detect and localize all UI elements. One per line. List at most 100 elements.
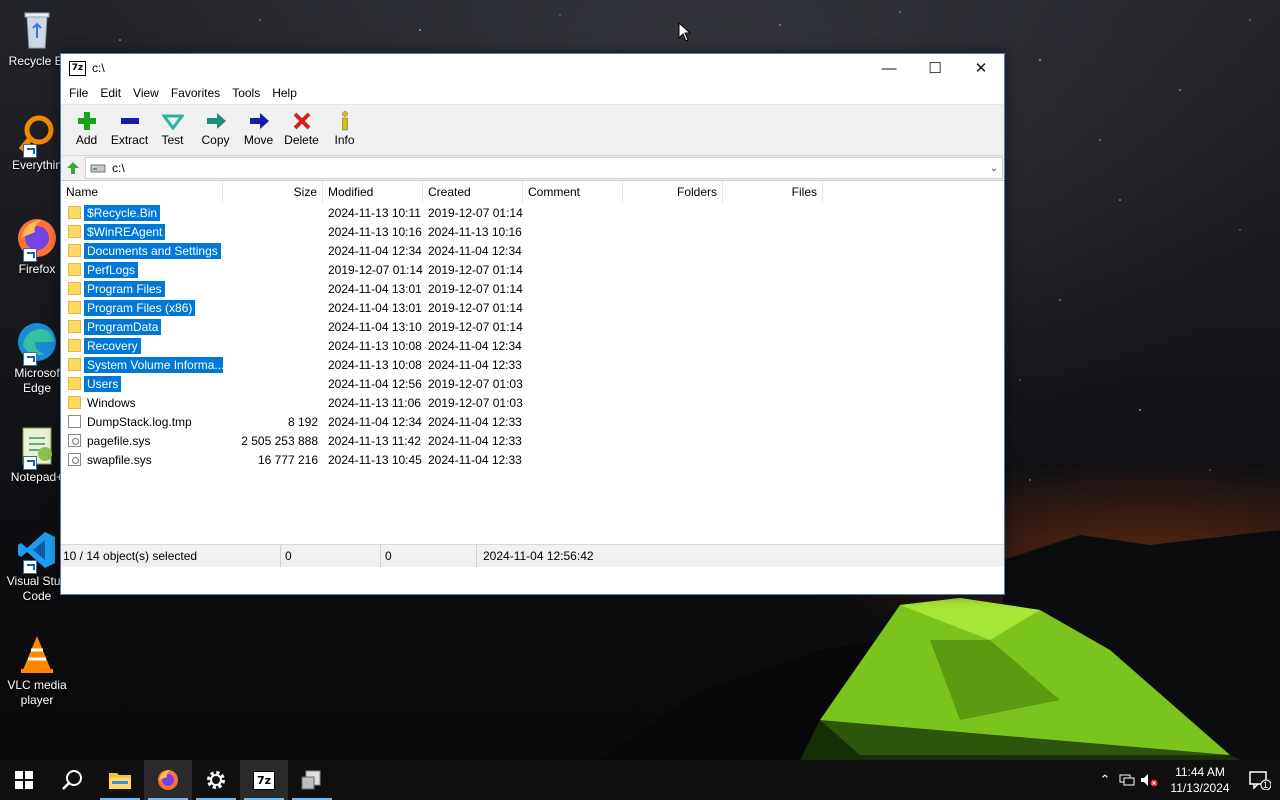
table-row[interactable]: pagefile.sys 2 505 253 888 2024-11-13 11:4… — [61, 431, 1004, 450]
notification-center-button[interactable]: 1 — [1240, 760, 1280, 800]
copy-button[interactable]: Copy — [194, 105, 237, 147]
firefox-taskbar-button[interactable] — [144, 760, 192, 800]
table-row[interactable]: DumpStack.log.tmp 8 192 2024-11-04 12:34 20… — [61, 412, 1004, 431]
copy-icon — [194, 109, 237, 133]
cell-modified: 2024-11-04 13:10 — [328, 319, 422, 334]
table-row[interactable]: Documents and Settings 2024-11-04 12:34 20… — [61, 241, 1004, 260]
folder-icon — [68, 206, 81, 219]
cell-name: Program Files — [61, 280, 223, 297]
chevron-down-icon[interactable]: ⌄ — [986, 163, 1002, 174]
folder-icon — [68, 244, 81, 257]
address-field[interactable]: ⌄ — [85, 157, 1003, 179]
column-comment[interactable]: Comment — [523, 181, 623, 203]
table-row[interactable]: $WinREAgent 2024-11-13 10:16 2024-11-13 10… — [61, 222, 1004, 241]
cell-created: 2019-12-07 01:14 — [428, 300, 523, 315]
delete-icon — [280, 109, 323, 133]
system-file-icon — [68, 434, 81, 447]
table-row[interactable]: Recovery 2024-11-13 10:08 2024-11-04 12:34 — [61, 336, 1004, 355]
menu-file[interactable]: File — [63, 86, 94, 100]
delete-button[interactable]: Delete — [280, 105, 323, 147]
notification-count: 1 — [1262, 780, 1268, 790]
column-folders[interactable]: Folders — [623, 181, 723, 203]
file-name: pagefile.sys — [87, 433, 151, 448]
list-header: Name Size Modified Created Comment Folde… — [61, 181, 1004, 203]
cell-name: $Recycle.Bin — [61, 204, 223, 221]
test-label: Test — [161, 133, 184, 147]
column-created[interactable]: Created — [423, 181, 523, 203]
extract-icon — [108, 109, 151, 133]
folder-icon — [68, 225, 81, 238]
cell-created: 2019-12-07 01:14 — [428, 262, 523, 277]
table-row[interactable]: Program Files (x86) 2024-11-04 13:01 2019-… — [61, 298, 1004, 317]
file-name: PerfLogs — [84, 261, 139, 278]
status-size: 0 — [281, 545, 381, 567]
system-file-icon — [68, 453, 81, 466]
7zip-app-icon: 7z — [69, 60, 86, 76]
computer-icon — [301, 770, 321, 790]
table-row[interactable]: System Volume Informa... 2024-11-13 10:08… — [61, 355, 1004, 374]
file-name: Users — [84, 375, 122, 392]
cell-modified: 2024-11-13 11:42 — [328, 433, 421, 448]
minimize-button[interactable]: — — [866, 54, 912, 82]
menu-favorites[interactable]: Favorites — [165, 86, 226, 100]
table-row[interactable]: Users 2024-11-04 12:56 2019-12-07 01:03 — [61, 374, 1004, 393]
info-button[interactable]: Info — [323, 105, 366, 147]
column-modified[interactable]: Modified — [323, 181, 423, 203]
search-button[interactable] — [48, 760, 96, 800]
cell-modified: 2019-12-07 01:14 — [328, 262, 423, 277]
table-row[interactable]: Windows 2024-11-13 11:06 2019-12-07 01:03 — [61, 393, 1004, 412]
table-row[interactable]: swapfile.sys 16 777 216 2024-11-13 10:45 20… — [61, 450, 1004, 469]
folder-icon — [68, 263, 81, 276]
close-button[interactable]: ✕ — [958, 54, 1004, 82]
cell-modified: 2024-11-13 10:16 — [328, 224, 422, 239]
menu-view[interactable]: View — [127, 86, 165, 100]
network-icon[interactable] — [1116, 760, 1138, 800]
table-row[interactable]: PerfLogs 2019-12-07 01:14 2019-12-07 01:14 — [61, 260, 1004, 279]
file-name: System Volume Informa... — [84, 356, 223, 373]
file-name: Windows — [87, 395, 136, 410]
chevron-up-icon[interactable]: ⌃ — [1094, 760, 1116, 800]
cell-name: Users — [61, 375, 223, 392]
cell-modified: 2024-11-04 12:56 — [328, 376, 422, 391]
cell-created: 2024-11-04 12:33 — [428, 452, 522, 467]
table-row[interactable]: Program Files 2024-11-04 13:01 2019-12-07 … — [61, 279, 1004, 298]
maximize-button[interactable]: ☐ — [912, 54, 958, 82]
list-rows: $Recycle.Bin 2024-11-13 10:11 2019-12-07 0… — [61, 203, 1004, 469]
up-folder-button[interactable] — [61, 157, 85, 179]
7zip-taskbar-button[interactable]: 7z — [240, 760, 288, 800]
menu-edit[interactable]: Edit — [94, 86, 127, 100]
file-name: swapfile.sys — [87, 452, 152, 467]
move-icon — [237, 109, 280, 133]
add-label: Add — [75, 133, 98, 147]
settings-button[interactable] — [192, 760, 240, 800]
file-manager-window: 7z c:\ — ☐ ✕ File Edit View Favorites To… — [60, 53, 1005, 595]
column-files[interactable]: Files — [723, 181, 823, 203]
shortcut-arrow-icon — [23, 144, 37, 158]
shortcut-arrow-icon — [23, 560, 37, 574]
start-button[interactable] — [0, 760, 48, 800]
cell-modified: 2024-11-04 13:01 — [328, 281, 422, 296]
address-input[interactable] — [112, 161, 986, 175]
table-row[interactable]: $Recycle.Bin 2024-11-13 10:11 2019-12-07 0… — [61, 203, 1004, 222]
column-name[interactable]: Name — [61, 181, 223, 203]
taskbar: 7z ⌃ 11:44 AM 11/13/2024 1 — [0, 760, 1280, 800]
title-bar[interactable]: 7z c:\ — ☐ ✕ — [61, 54, 1004, 82]
desktop-icon-vlc[interactable]: VLC media player — [2, 632, 72, 708]
file-explorer-button[interactable] — [96, 760, 144, 800]
cell-name: ProgramData — [61, 318, 223, 335]
vm-tools-taskbar-button[interactable] — [288, 760, 336, 800]
test-button[interactable]: Test — [151, 105, 194, 147]
move-button[interactable]: Move — [237, 105, 280, 147]
menu-tools[interactable]: Tools — [226, 86, 266, 100]
column-size[interactable]: Size — [223, 181, 323, 203]
volume-muted-icon[interactable] — [1138, 760, 1160, 800]
file-name: Recovery — [84, 337, 141, 354]
cell-name: swapfile.sys — [61, 452, 223, 468]
cell-created: 2024-11-04 12:34 — [428, 243, 522, 258]
add-button[interactable]: Add — [65, 105, 108, 147]
extract-button[interactable]: Extract — [108, 105, 151, 147]
table-row[interactable]: ProgramData 2024-11-04 13:10 2019-12-07 01… — [61, 317, 1004, 336]
clock[interactable]: 11:44 AM 11/13/2024 — [1160, 764, 1240, 796]
menu-help[interactable]: Help — [266, 86, 303, 100]
copy-label: Copy — [201, 133, 230, 147]
